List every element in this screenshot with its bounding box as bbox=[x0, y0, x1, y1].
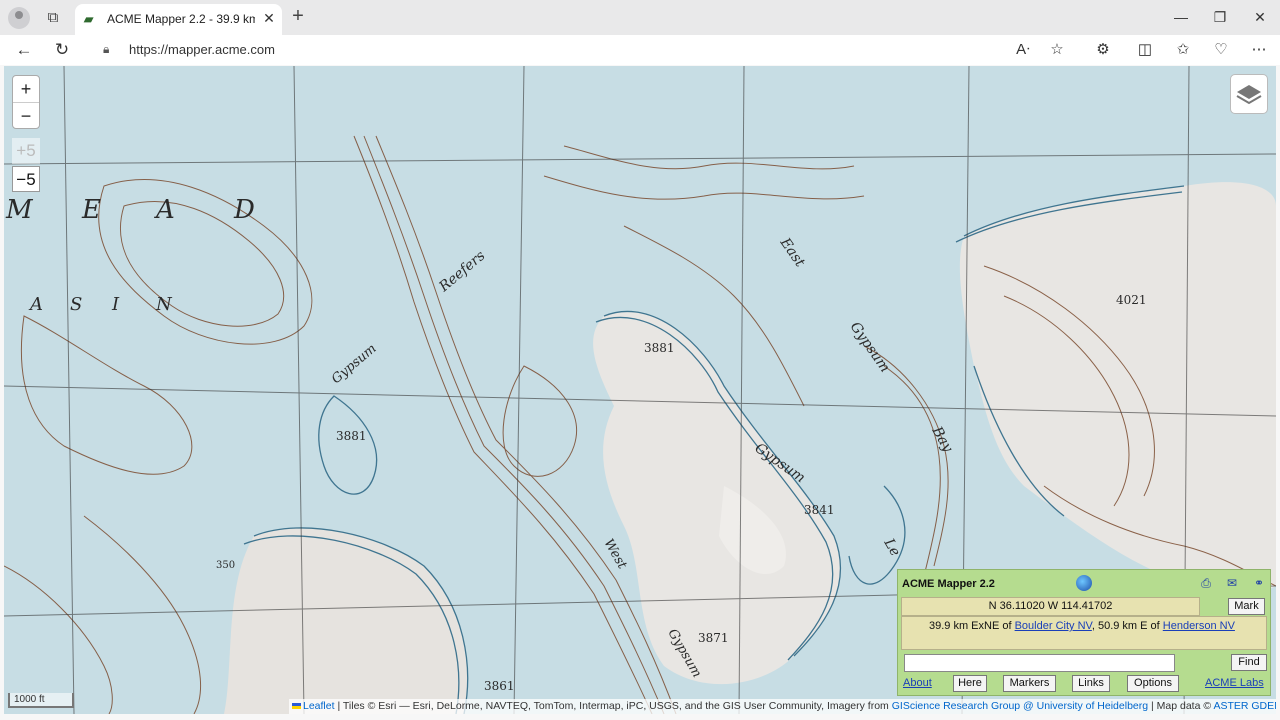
map-label-mead-d: D bbox=[233, 195, 255, 225]
map-elevation-3881b: 3881 bbox=[336, 429, 367, 443]
distance-middle: , 50.9 km E of bbox=[1091, 620, 1163, 632]
mark-button[interactable]: Mark bbox=[1228, 598, 1265, 615]
here-button[interactable]: Here bbox=[953, 675, 987, 692]
leaflet-link[interactable]: Leaflet bbox=[303, 700, 335, 712]
panel-title: ACME Mapper 2.2 bbox=[902, 578, 995, 590]
tab-title: ACME Mapper 2.2 - 39.9 km ExN bbox=[107, 12, 255, 26]
map-elevation-3881a: 3881 bbox=[644, 341, 675, 355]
favorite-star-icon[interactable]: ☆ bbox=[1045, 39, 1069, 61]
map-label-basin-n: N bbox=[155, 294, 173, 315]
map-label-basin-s: S bbox=[70, 294, 82, 315]
close-window-button[interactable]: ✕ bbox=[1245, 6, 1275, 28]
url-text[interactable]: https://mapper.acme.com bbox=[129, 42, 529, 58]
profile-avatar-icon[interactable] bbox=[8, 7, 30, 29]
globe-icon[interactable] bbox=[1076, 575, 1092, 591]
new-tab-button[interactable]: + bbox=[288, 6, 308, 28]
find-button[interactable]: Find bbox=[1231, 654, 1267, 671]
lock-icon[interactable]: 🔒︎ bbox=[103, 42, 115, 56]
read-aloud-icon[interactable]: Aᐧ bbox=[1011, 39, 1035, 61]
map-elevation-3841: 3841 bbox=[804, 503, 835, 517]
print-icon[interactable]: ⎙ bbox=[1199, 576, 1213, 590]
links-button[interactable]: Links bbox=[1072, 675, 1110, 692]
ukraine-flag-icon bbox=[292, 703, 301, 710]
distance-prefix: 39.9 km ExNE of bbox=[929, 620, 1015, 632]
map-label-mead-m: M bbox=[5, 195, 34, 225]
layers-icon bbox=[1236, 85, 1262, 105]
restore-button[interactable]: ❐ bbox=[1205, 6, 1235, 28]
scale-bar: 1000 ft bbox=[8, 693, 74, 708]
address-bar[interactable]: 🔒︎ https://mapper.acme.com bbox=[90, 37, 1078, 63]
split-screen-icon[interactable]: ◫ bbox=[1133, 39, 1157, 61]
henderson-link[interactable]: Henderson NV bbox=[1163, 620, 1235, 632]
distance-info: 39.9 km ExNE of Boulder City NV, 50.9 km… bbox=[901, 616, 1267, 650]
zoom-in-5-button[interactable]: +5 bbox=[12, 138, 40, 164]
browser-titlebar: ⧉ ▰ ACME Mapper 2.2 - 39.9 km ExN ✕ + — … bbox=[0, 0, 1280, 35]
tab-close-icon[interactable]: ✕ bbox=[261, 10, 277, 28]
email-icon[interactable]: ✉ bbox=[1225, 576, 1239, 590]
tab-actions-icon[interactable]: ⧉ bbox=[44, 9, 62, 27]
map-elevation-3861: 3861 bbox=[484, 679, 515, 693]
favorites-icon[interactable]: ✩ bbox=[1171, 39, 1195, 61]
zoom-out-button[interactable]: − bbox=[13, 102, 39, 128]
map-elevation-3871: 3871 bbox=[698, 631, 729, 645]
settings-more-icon[interactable]: ⋯ bbox=[1247, 39, 1271, 61]
zoom-in-button[interactable]: + bbox=[13, 76, 39, 102]
markers-button[interactable]: Markers bbox=[1003, 675, 1056, 692]
about-link[interactable]: About bbox=[903, 677, 932, 692]
back-arrow-icon[interactable]: ← bbox=[12, 39, 36, 61]
extensions-icon[interactable]: ⚙ bbox=[1091, 39, 1115, 61]
map-elevation-350: 350 bbox=[216, 560, 235, 571]
map-label-basin-i: I bbox=[111, 294, 120, 315]
aster-gdem-link[interactable]: ASTER GDEM bbox=[1213, 700, 1276, 712]
map-label-mead-a: A bbox=[154, 195, 175, 225]
permalink-icon[interactable]: ⚭ bbox=[1252, 576, 1266, 590]
zoom-control: + − bbox=[12, 75, 40, 129]
map-label-basin-a: A bbox=[28, 294, 43, 315]
boulder-city-link[interactable]: Boulder City NV bbox=[1015, 620, 1092, 632]
browser-essentials-icon[interactable]: ♡ bbox=[1209, 39, 1233, 61]
layers-control-button[interactable] bbox=[1230, 74, 1268, 114]
zoom-out-5-button[interactable]: −5 bbox=[12, 166, 40, 192]
acme-mapper-panel: ACME Mapper 2.2 ⎙ ✉ ⚭ N 36.11020 W 114.4… bbox=[897, 569, 1271, 696]
coordinates-display: N 36.11020 W 114.41702 bbox=[901, 597, 1200, 616]
browser-tab-acme-mapper[interactable]: ▰ ACME Mapper 2.2 - 39.9 km ExN ✕ bbox=[75, 4, 282, 35]
location-search-input[interactable] bbox=[904, 654, 1175, 672]
browser-toolbar: ← ↻ 🔒︎ https://mapper.acme.com Aᐧ ☆ ⚙ ◫ … bbox=[0, 35, 1280, 65]
minimize-button[interactable]: — bbox=[1166, 6, 1196, 28]
refresh-icon[interactable]: ↻ bbox=[50, 39, 74, 61]
giscience-link[interactable]: GIScience Research Group @ University of… bbox=[892, 700, 1148, 712]
map-label-mead-e: E bbox=[81, 195, 101, 225]
zoom5-control: +5 −5 bbox=[12, 138, 40, 192]
attribution-mapdata-text: | Map data © bbox=[1148, 700, 1214, 712]
options-button[interactable]: Options bbox=[1127, 675, 1179, 692]
acme-labs-link[interactable]: ACME Labs bbox=[1205, 677, 1264, 692]
map-attribution: Leaflet | Tiles © Esri — Esri, DeLorme, … bbox=[289, 699, 1276, 714]
attribution-tiles-text: | Tiles © Esri — Esri, DeLorme, NAVTEQ, … bbox=[334, 700, 892, 712]
map-elevation-4021: 4021 bbox=[1116, 293, 1147, 307]
acme-favicon-icon: ▰ bbox=[84, 12, 94, 26]
